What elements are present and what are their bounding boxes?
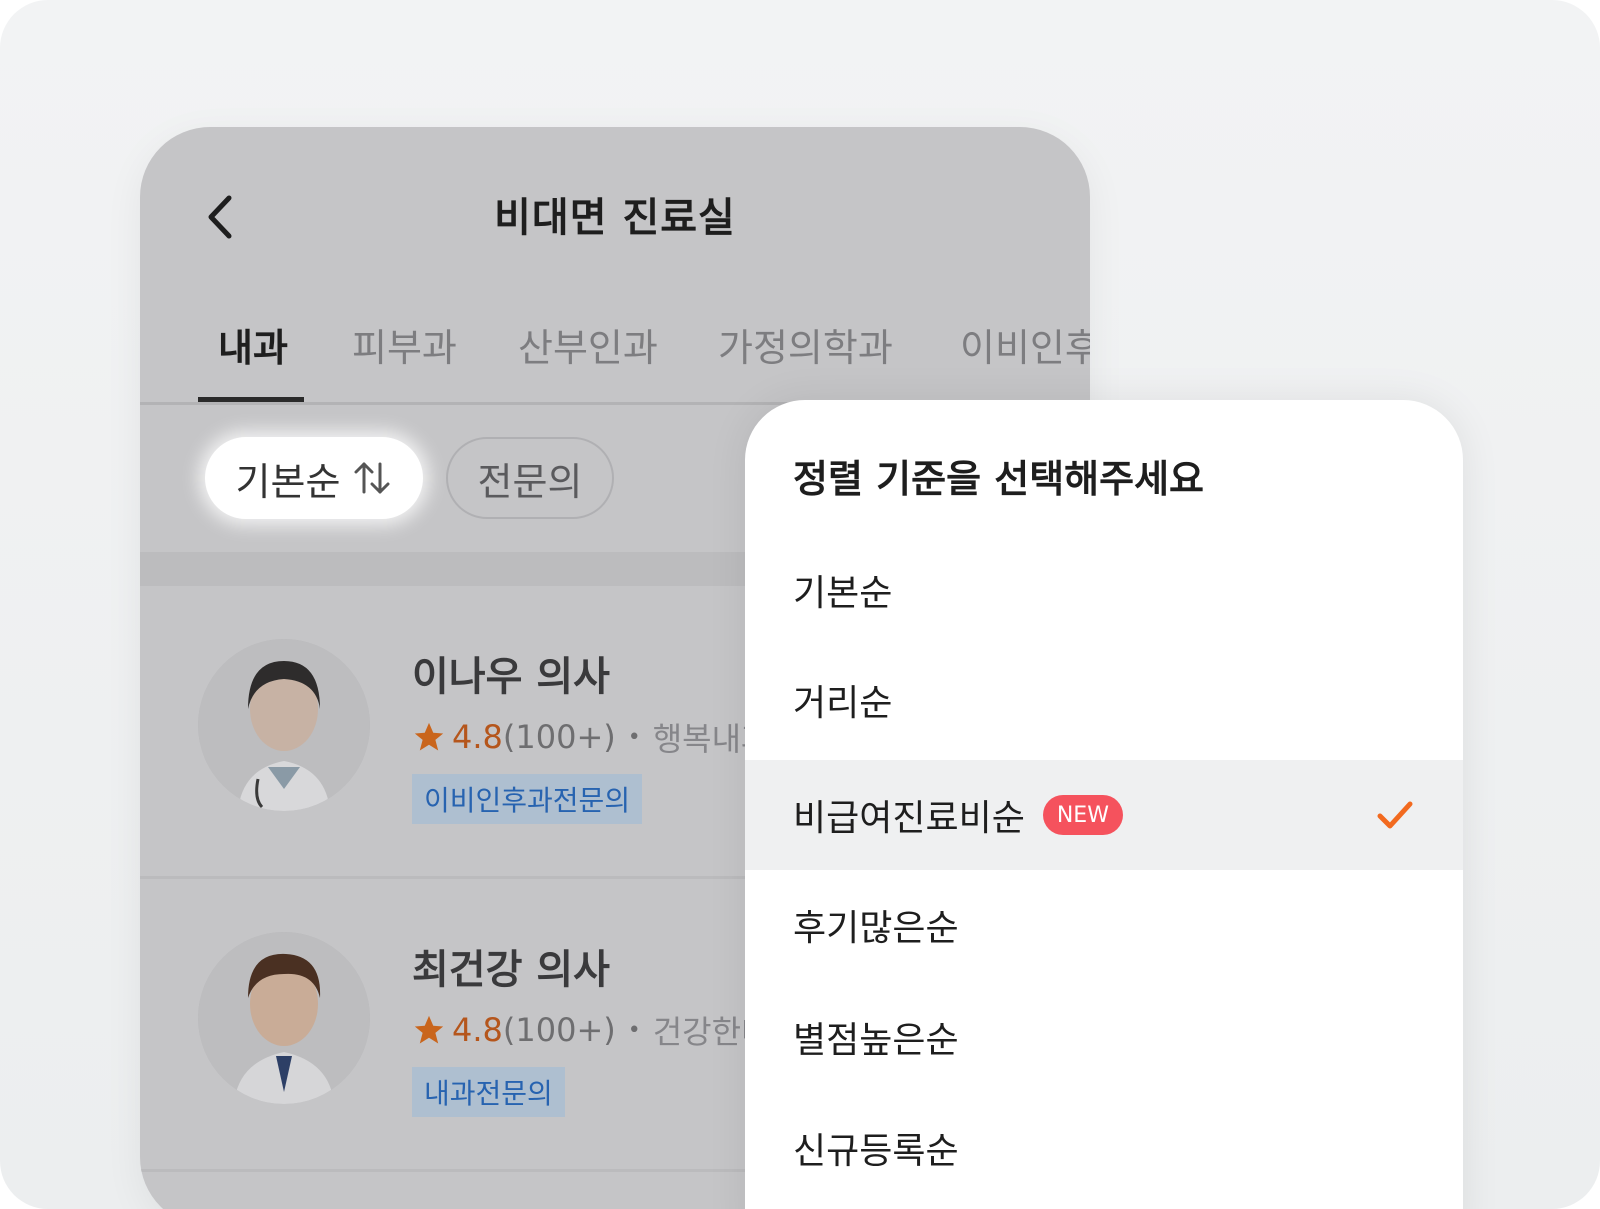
sort-bottom-sheet: 정렬 기준을 선택해주세요 기본순 거리순 비급여진료비순 NEW 후기많은순 … <box>745 400 1463 1209</box>
page-title: 비대면 진료실 <box>494 195 736 241</box>
doctor-name: 최건강 의사 <box>412 947 610 993</box>
option-label: 별점높은순 <box>793 1020 959 1061</box>
option-label: 신규등록순 <box>793 1131 959 1172</box>
star-icon <box>414 722 444 751</box>
separator-dot: • <box>627 1017 641 1043</box>
option-label: 후기많은순 <box>793 908 959 949</box>
separator-dot: • <box>627 724 641 750</box>
sort-filter-chip[interactable]: 기본순 <box>205 437 423 519</box>
option-label: 기본순 <box>793 573 893 614</box>
sort-chip-label: 기본순 <box>235 459 341 504</box>
specialist-filter-chip[interactable]: 전문의 <box>446 437 614 519</box>
doctor-avatar <box>198 932 370 1104</box>
doctor-name: 이나우 의사 <box>412 654 610 700</box>
sort-option-default[interactable]: 기본순 <box>745 535 1463 645</box>
active-tab-indicator <box>198 397 304 402</box>
app-header: 비대면 진료실 <box>140 127 1090 297</box>
sort-option-newest[interactable]: 신규등록순 <box>745 1093 1463 1203</box>
tab-family-medicine[interactable]: 가정의학과 <box>718 317 893 372</box>
doctor-avatar <box>198 639 370 811</box>
sort-arrows-icon <box>354 462 390 494</box>
sort-option-distance[interactable]: 거리순 <box>745 645 1463 755</box>
option-label: 거리순 <box>793 683 893 724</box>
specialty-badge: 이비인후과전문의 <box>412 774 643 824</box>
sort-option-non-covered-fee[interactable]: 비급여진료비순 NEW <box>745 760 1463 870</box>
rating-value: 4.8 <box>452 1011 503 1049</box>
tab-obstetrics[interactable]: 산부인과 <box>518 317 658 372</box>
option-label: 비급여진료비순 <box>793 798 1025 839</box>
rating-value: 4.8 <box>452 718 503 756</box>
star-icon <box>414 1015 444 1044</box>
review-count: (100+) <box>502 718 616 756</box>
specialty-badge: 내과전문의 <box>412 1067 565 1117</box>
sheet-title: 정렬 기준을 선택해주세요 <box>793 457 1205 501</box>
review-count: (100+) <box>502 1011 616 1049</box>
doctor-meta: 4.8 (100+) • 행복내과 <box>412 714 771 760</box>
tab-ent[interactable]: 이비인후 <box>960 317 1090 372</box>
tab-dermatology[interactable]: 피부과 <box>352 317 457 372</box>
tab-internal-medicine[interactable]: 내과 <box>218 317 288 372</box>
sort-option-highest-rating[interactable]: 별점높은순 <box>745 982 1463 1092</box>
checkmark-icon <box>1377 801 1413 829</box>
doctor-meta: 4.8 (100+) • 건강한내 <box>412 1007 771 1053</box>
sort-option-most-reviews[interactable]: 후기많은순 <box>745 870 1463 980</box>
new-badge: NEW <box>1042 795 1123 835</box>
category-tabs: 내과 피부과 산부인과 가정의학과 이비인후 <box>140 299 1090 405</box>
background-card: 비대면 진료실 내과 피부과 산부인과 가정의학과 이비인후 기본순 전문의 이… <box>0 0 1600 1209</box>
